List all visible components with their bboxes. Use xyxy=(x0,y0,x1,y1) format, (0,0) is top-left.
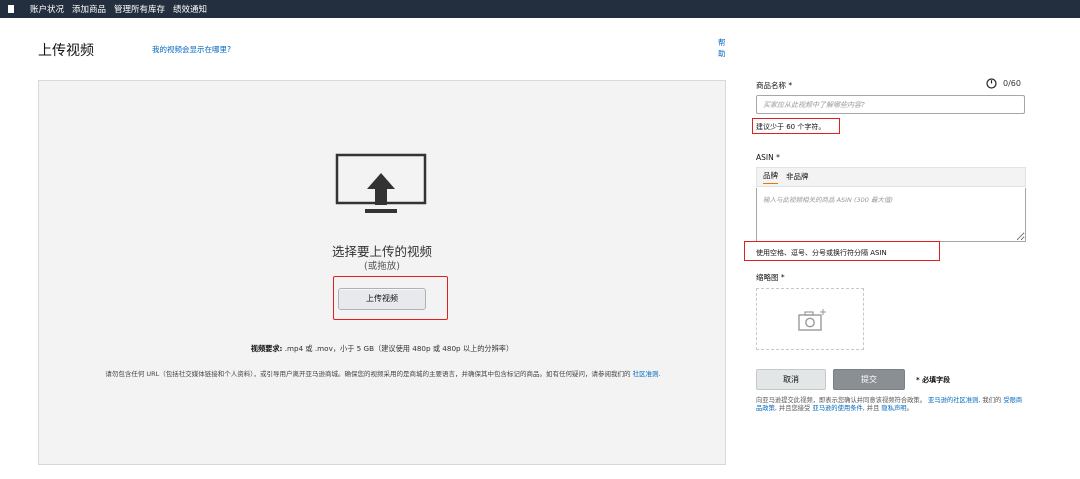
privacy-notice-link[interactable]: 隐私声明 xyxy=(881,405,906,412)
nav-add-product[interactable]: 添加商品 xyxy=(72,3,106,15)
submit-button[interactable]: 提交 xyxy=(833,369,905,390)
tab-non-brand[interactable]: 非品牌 xyxy=(786,171,809,184)
nav-account-health[interactable]: 账户状况 xyxy=(30,3,64,15)
thumbnail-upload[interactable] xyxy=(756,288,864,350)
where-videos-appear-link[interactable]: 我的视频会显示在哪里? xyxy=(152,44,231,55)
product-name-input[interactable] xyxy=(756,95,1025,114)
clock-icon xyxy=(986,78,997,89)
content-guideline-note: 请勿包含任何 URL（包括社交媒体链接和个人资料），或引导用户离开亚马逊商城。确… xyxy=(99,369,667,380)
legal-text-3: , 并且您接受 xyxy=(774,404,811,412)
product-name-hint: 建议少于 60 个字符。 xyxy=(756,123,826,131)
asin-label: ASIN * xyxy=(756,153,780,162)
video-requirements: 视频要求: .mp4 或 .mov，小于 5 GB（建议使用 480p 或 48… xyxy=(39,344,725,354)
conditions-of-use-link[interactable]: 亚马逊的使用条件 xyxy=(812,405,862,412)
community-guidelines-link[interactable]: 社区准则 xyxy=(633,370,659,378)
legal-text-2: , 我们的 xyxy=(978,397,1002,404)
menu-icon[interactable] xyxy=(8,5,14,13)
upload-dropzone[interactable]: 选择要上传的视频 (或拖放) 上传视频 视频要求: .mp4 或 .mov，小于… xyxy=(38,80,726,465)
asin-hint: 使用空格、逗号、分号或换行符分隔 ASIN xyxy=(756,249,887,257)
page-title: 上传视频 xyxy=(38,43,94,59)
required-fields-note: * 必填字段 xyxy=(916,376,951,384)
asin-tabs: 品牌 非品牌 xyxy=(756,167,1026,187)
cancel-button[interactable]: 取消 xyxy=(756,369,826,390)
legal-text-5: 。 xyxy=(906,404,913,412)
thumbnail-label: 缩略图 * xyxy=(756,273,785,282)
help-link[interactable]: 帮助 xyxy=(718,37,726,59)
requirements-label: 视频要求: xyxy=(250,344,283,353)
nav-manage-inventory[interactable]: 管理所有库存 xyxy=(114,3,165,15)
product-name-label: 商品名称 * xyxy=(756,81,793,90)
tab-brand[interactable]: 品牌 xyxy=(763,170,778,184)
nav-performance-notifications[interactable]: 绩效通知 xyxy=(173,3,207,15)
char-counter: 0/60 xyxy=(986,78,1021,89)
legal-text-4: , 并且 xyxy=(862,404,880,412)
drag-drop-hint: (或拖放) xyxy=(364,261,400,272)
camera-add-icon xyxy=(798,309,826,331)
asin-input[interactable] xyxy=(756,188,1026,242)
note-text: 请勿包含任何 URL（包括社交媒体链接和个人资料），或引导用户离开亚马逊商城。确… xyxy=(105,370,631,378)
char-count: 0/60 xyxy=(1003,79,1021,88)
legal-notice: 向亚马逊提交此视频，即表示您确认并同意该视频符合政策。 亚马逊的社区准则, 我们… xyxy=(756,397,1026,412)
upload-video-button[interactable]: 上传视频 xyxy=(338,288,426,310)
top-nav-bar: 账户状况 添加商品 管理所有库存 绩效通知 xyxy=(0,0,1080,18)
community-guidelines-link-2[interactable]: 亚马逊的社区准则 xyxy=(928,397,978,404)
legal-text-1: 向亚马逊提交此视频，即表示您确认并同意该视频符合政策。 xyxy=(756,397,927,404)
monitor-upload-icon xyxy=(335,153,427,213)
requirements-text: .mp4 或 .mov，小于 5 GB（建议使用 480p 或 480p 以上的… xyxy=(284,344,514,353)
note-end: . xyxy=(658,370,661,378)
